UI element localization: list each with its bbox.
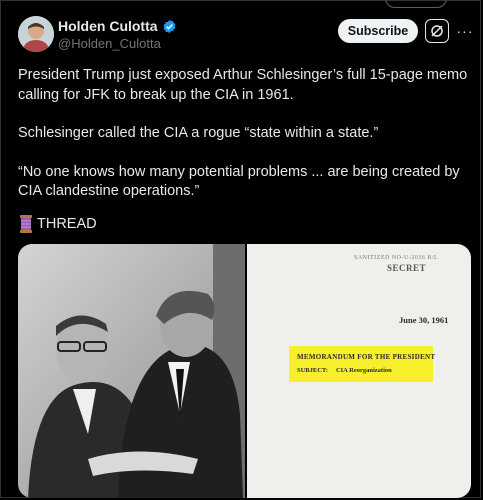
photo-schlesinger-and-jfk[interactable] — [18, 244, 245, 498]
media-grid[interactable]: SANITIZED NO-U-2016 B/L SECRET June 30, … — [18, 244, 471, 498]
tweet-paragraph-1: President Trump just exposed Arthur Schl… — [18, 67, 468, 103]
avatar[interactable] — [18, 16, 54, 52]
document-date: June 30, 1961 — [399, 315, 449, 325]
photo-memo-document[interactable]: SANITIZED NO-U-2016 B/L SECRET June 30, … — [247, 244, 471, 498]
tweet-text: President Trump just exposed Arthur Schl… — [18, 66, 468, 221]
grok-glyph-icon — [431, 25, 443, 37]
author-handle[interactable]: @Holden_Culotta — [58, 36, 161, 51]
display-name[interactable]: Holden Culotta — [58, 18, 158, 34]
more-options-icon[interactable]: ··· — [455, 19, 475, 43]
document-stamp: SANITIZED NO-U-2016 B/L — [354, 255, 439, 261]
memo-subject: SUBJECT: CIA Reorganization — [297, 367, 392, 374]
subject-value: CIA Reorganization — [335, 367, 392, 374]
tweet-paragraph-3: “No one knows how many potential problem… — [18, 163, 460, 200]
verified-badge-icon — [163, 19, 175, 33]
spool-of-thread-icon — [20, 215, 32, 233]
document-classification: SECRET — [387, 263, 427, 273]
subject-label: SUBJECT: — [297, 367, 328, 374]
thread-label: THREAD — [18, 215, 97, 233]
subscribe-button[interactable]: Subscribe — [338, 19, 418, 43]
tweet-paragraph-2: Schlesinger called the CIA a rogue “stat… — [18, 125, 379, 141]
previous-button-edge — [385, 0, 447, 8]
thread-text: THREAD — [37, 216, 97, 232]
memo-heading: MEMORANDUM FOR THE PRESIDENT — [297, 353, 436, 361]
grok-icon[interactable] — [425, 19, 449, 43]
highlight-box — [289, 346, 433, 382]
author-name-row[interactable]: Holden Culotta — [58, 18, 177, 34]
